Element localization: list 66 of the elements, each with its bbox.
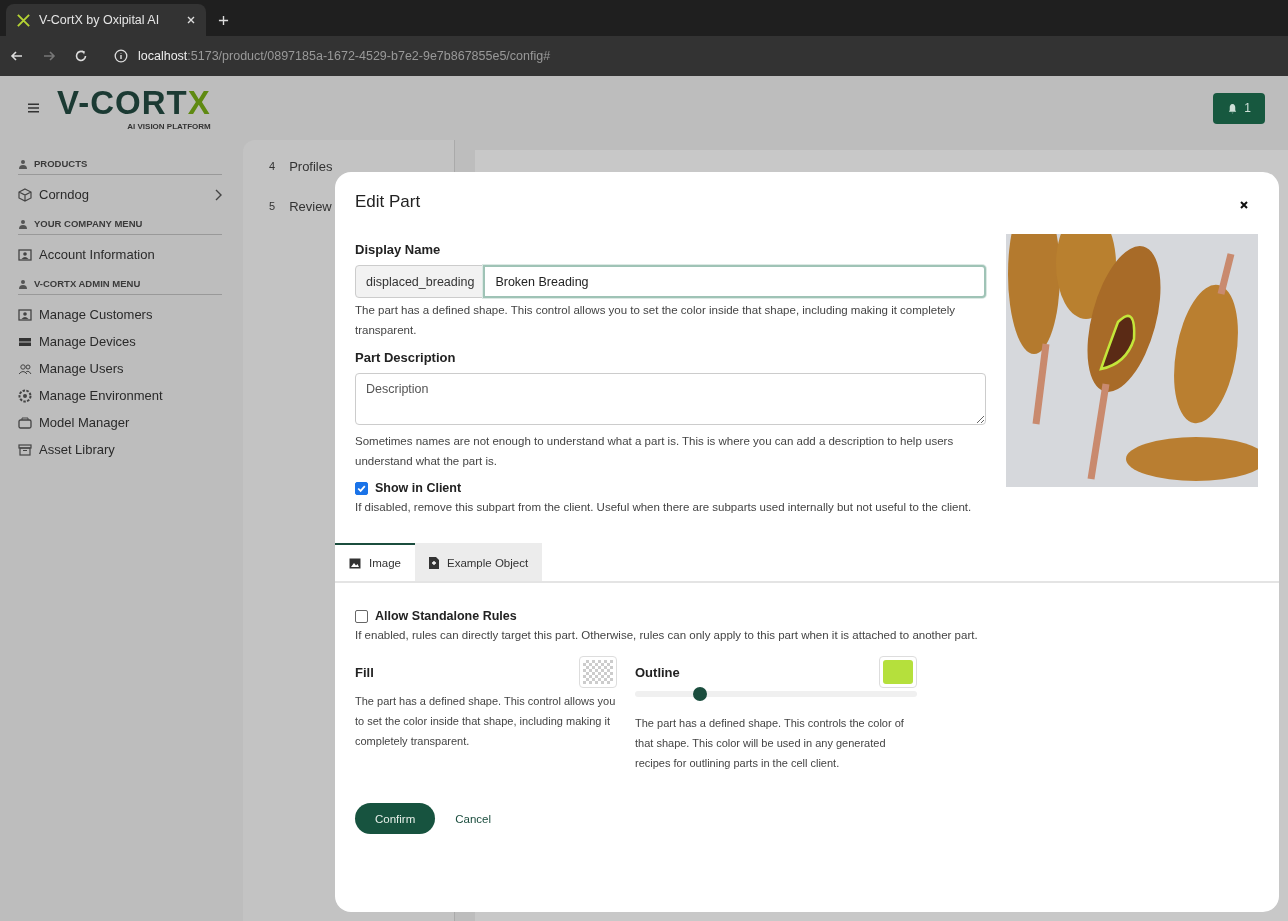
folder-icon bbox=[18, 415, 32, 430]
fill-label: Fill bbox=[355, 664, 374, 680]
slider-thumb[interactable] bbox=[692, 687, 707, 701]
back-arrow-icon[interactable] bbox=[10, 49, 24, 63]
users-icon bbox=[18, 361, 32, 376]
menu-icon[interactable] bbox=[28, 103, 39, 113]
step-number: 4 bbox=[269, 160, 276, 172]
reload-icon[interactable] bbox=[74, 49, 88, 63]
sidebar-item[interactable]: Manage Devices bbox=[18, 328, 222, 355]
sidebar-item[interactable]: Model Manager bbox=[18, 409, 222, 436]
checkbox-label: Show in Client bbox=[375, 481, 462, 495]
sidebar-item[interactable]: Account Information bbox=[18, 241, 222, 268]
new-tab-icon[interactable] bbox=[218, 15, 229, 26]
description-input[interactable]: Description bbox=[355, 373, 986, 425]
x-logo-icon bbox=[16, 12, 31, 28]
tab[interactable]: Example Object bbox=[414, 543, 543, 581]
help-text: If disabled, remove this subpart from the client. Useful when there are subparts used internally but not useful to the client. bbox=[355, 500, 973, 515]
step-label[interactable]: Review bbox=[289, 198, 332, 214]
field-label: Part Description bbox=[355, 350, 457, 365]
box-icon bbox=[18, 187, 32, 202]
chevron-right-icon bbox=[214, 188, 222, 201]
notifications-button[interactable]: 1 bbox=[1213, 92, 1265, 124]
bell-icon bbox=[1227, 102, 1239, 114]
help-text: The part has a defined shape. This control allows you to set the color inside that shape, including making it completely transparent. bbox=[355, 303, 957, 338]
cancel-button[interactable]: Cancel bbox=[449, 811, 498, 826]
help-text: If enabled, rules can directly target this part. Otherwise, rules can only apply to this part when it is attached to another part. bbox=[355, 628, 979, 643]
browser-tab[interactable]: V-CortX by Oxipital AI bbox=[6, 4, 206, 36]
info-icon[interactable] bbox=[114, 49, 128, 63]
help-text: The part has a defined shape. This controls the color of that shape. This color will be used in any generated recipes for outlining parts in the cell client. bbox=[635, 716, 905, 771]
document-icon bbox=[428, 557, 439, 569]
person-icon bbox=[18, 158, 28, 169]
step-label[interactable]: Profiles bbox=[289, 158, 333, 174]
fill-color-swatch[interactable] bbox=[579, 656, 617, 688]
close-icon[interactable] bbox=[1239, 200, 1249, 210]
outline-color-swatch[interactable] bbox=[879, 656, 917, 688]
tab-title: V-CortX by Oxipital AI bbox=[39, 13, 161, 27]
person-icon bbox=[18, 218, 28, 229]
sidebar-item[interactable]: Asset Library bbox=[18, 436, 222, 463]
sidebar-item[interactable]: Manage Customers bbox=[18, 301, 222, 328]
help-text: The part has a defined shape. This control allows you to set the color inside that shape, including making it completely transparent. bbox=[355, 694, 617, 749]
section-heading: V-CORTX ADMIN MENU bbox=[34, 278, 141, 289]
outline-label: Outline bbox=[635, 664, 680, 680]
sidebar-item[interactable]: Manage Users bbox=[18, 355, 222, 382]
checkbox-label: Allow Standalone Rules bbox=[375, 609, 517, 623]
address-field[interactable]: localhost:5173/product/0897185a-1672-4529-b7e2-9e7b867855e5/config# bbox=[138, 49, 551, 63]
checkbox[interactable] bbox=[355, 481, 368, 495]
gear-icon bbox=[18, 388, 32, 403]
logo: V-CORTX AI VISION PLATFORM bbox=[57, 85, 211, 131]
confirm-button[interactable]: Confirm bbox=[355, 803, 436, 834]
sidebar-item[interactable]: Corndog bbox=[18, 181, 222, 208]
archive-icon bbox=[18, 442, 32, 457]
display-name-input[interactable]: Broken Breading bbox=[483, 265, 986, 298]
help-text: Sometimes names are not enough to understand what a part is. This is where you can add a description to help users understand what the part is. bbox=[355, 434, 955, 469]
name-prefix: displaced_breading bbox=[355, 265, 484, 298]
dialog-title: Edit Part bbox=[355, 192, 422, 212]
person-icon bbox=[18, 278, 28, 289]
section-heading: PRODUCTS bbox=[34, 158, 88, 169]
id-card-icon bbox=[18, 307, 32, 322]
id-card-icon bbox=[18, 247, 32, 262]
section-heading: YOUR COMPANY MENU bbox=[34, 218, 143, 229]
forward-arrow-icon[interactable] bbox=[42, 49, 56, 63]
field-label: Display Name bbox=[355, 242, 442, 257]
checkbox[interactable] bbox=[355, 609, 368, 623]
step-number: 5 bbox=[269, 200, 276, 212]
sidebar-item[interactable]: Manage Environment bbox=[18, 382, 222, 409]
image-icon bbox=[349, 557, 361, 569]
